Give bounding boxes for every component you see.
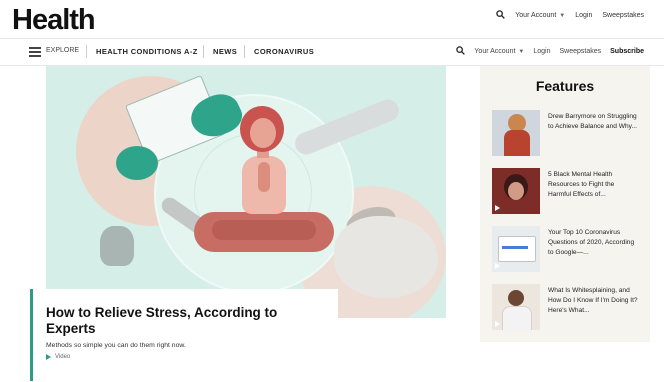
- feature-title[interactable]: Your Top 10 Coronavirus Questions of 202…: [548, 228, 638, 258]
- feature-thumbnail[interactable]: [492, 284, 540, 330]
- subscribe-link[interactable]: Subscribe: [610, 48, 644, 55]
- feature-title[interactable]: 5 Black Mental Health Resources to Fight…: [548, 170, 638, 200]
- features-sidebar: Features Drew Barrymore on Struggling to…: [480, 66, 650, 342]
- dog-illustration: [334, 216, 438, 298]
- feature-thumbnail[interactable]: [492, 168, 540, 214]
- main-nav: EXPLORE HEALTH CONDITIONS A-Z NEWS CORON…: [0, 38, 664, 66]
- sweepstakes-link[interactable]: Sweepstakes: [560, 48, 602, 55]
- nav-utility: Your Account ▼ Login Sweepstakes Subscrib…: [447, 46, 644, 57]
- play-icon: [495, 321, 500, 327]
- accent-bar: [30, 289, 33, 381]
- video-badge: Video: [46, 354, 70, 360]
- hamburger-menu-icon[interactable]: [29, 47, 41, 57]
- login-link[interactable]: Login: [533, 48, 550, 55]
- feature-item[interactable]: Drew Barrymore on Struggling to Achieve …: [492, 110, 642, 158]
- play-icon: [495, 205, 500, 211]
- nav-divider: [86, 45, 87, 58]
- features-heading: Features: [535, 78, 595, 94]
- feature-item[interactable]: Your Top 10 Coronavirus Questions of 202…: [492, 226, 642, 274]
- login-link[interactable]: Login: [575, 12, 592, 19]
- feature-thumbnail[interactable]: [492, 226, 540, 272]
- account-menu[interactable]: Your Account ▼: [515, 12, 565, 19]
- feature-item[interactable]: What Is Whitesplaining, and How Do I Kno…: [492, 284, 642, 332]
- vase-illustration: [100, 226, 134, 266]
- praying-hands: [258, 162, 270, 192]
- nav-link-news[interactable]: NEWS: [213, 47, 237, 56]
- hero-article-card[interactable]: How to Relieve Stress, According to Expe…: [30, 289, 338, 381]
- feature-item[interactable]: 5 Black Mental Health Resources to Fight…: [492, 168, 642, 216]
- chevron-down-icon: ▼: [518, 49, 525, 55]
- search-icon[interactable]: [496, 10, 506, 21]
- play-icon: [495, 263, 500, 269]
- meditating-woman-face: [250, 118, 276, 148]
- sweepstakes-link[interactable]: Sweepstakes: [602, 12, 644, 19]
- glove-hand-illustration: [116, 146, 158, 180]
- nav-link-health-conditions[interactable]: HEALTH CONDITIONS A-Z: [96, 47, 198, 56]
- meditating-woman-legs: [212, 220, 316, 240]
- account-label: Your Account: [515, 12, 557, 19]
- nav-link-coronavirus[interactable]: CORONAVIRUS: [254, 47, 314, 56]
- account-label: Your Account: [474, 48, 516, 55]
- nav-divider: [203, 45, 204, 58]
- feature-title[interactable]: What Is Whitesplaining, and How Do I Kno…: [548, 286, 638, 316]
- site-logo[interactable]: Health: [12, 4, 96, 37]
- feature-thumbnail[interactable]: [492, 110, 540, 156]
- explore-link[interactable]: EXPLORE: [46, 47, 79, 54]
- hero-article-subtitle: Methods so simple you can do them right …: [46, 342, 186, 349]
- video-label: Video: [55, 354, 71, 360]
- chevron-down-icon: ▼: [559, 13, 566, 19]
- hero-image[interactable]: [46, 66, 446, 318]
- hero-article-title[interactable]: How to Relieve Stress, According to Expe…: [46, 305, 326, 337]
- search-icon[interactable]: [456, 46, 466, 57]
- nav-divider: [244, 45, 245, 58]
- feature-title[interactable]: Drew Barrymore on Struggling to Achieve …: [548, 112, 638, 132]
- play-icon: [46, 354, 51, 360]
- account-menu[interactable]: Your Account ▼: [474, 48, 524, 55]
- top-utility-bar: Your Account ▼ Login Sweepstakes: [486, 10, 644, 21]
